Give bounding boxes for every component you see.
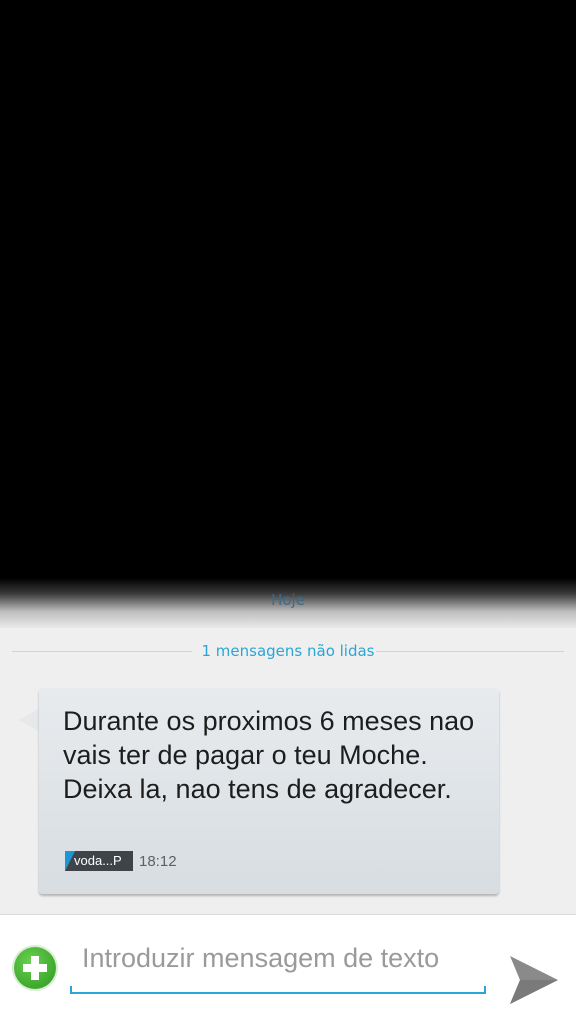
add-circle-icon[interactable] bbox=[14, 947, 56, 989]
bubble-tail bbox=[19, 708, 40, 732]
divider-line bbox=[376, 651, 564, 652]
plus-bar bbox=[31, 956, 39, 980]
empty-area bbox=[0, 0, 576, 580]
message-text: Durante os proximos 6 meses nao vais ter… bbox=[63, 706, 475, 804]
send-icon[interactable] bbox=[506, 952, 562, 1008]
input-underline-tick bbox=[70, 986, 72, 994]
sim-label: voda...P bbox=[74, 853, 122, 868]
input-underline bbox=[70, 992, 486, 994]
message-time: 18:12 bbox=[139, 853, 177, 870]
unread-divider: 1 mensagens não lidas bbox=[12, 640, 564, 664]
date-header: Hoje bbox=[271, 591, 305, 609]
messaging-screen: Hoje 1 mensagens não lidas Durante os pr… bbox=[0, 0, 576, 1024]
message-input[interactable] bbox=[72, 936, 496, 980]
input-underline-tick bbox=[484, 986, 486, 994]
sim-badge: voda...P bbox=[65, 851, 133, 871]
